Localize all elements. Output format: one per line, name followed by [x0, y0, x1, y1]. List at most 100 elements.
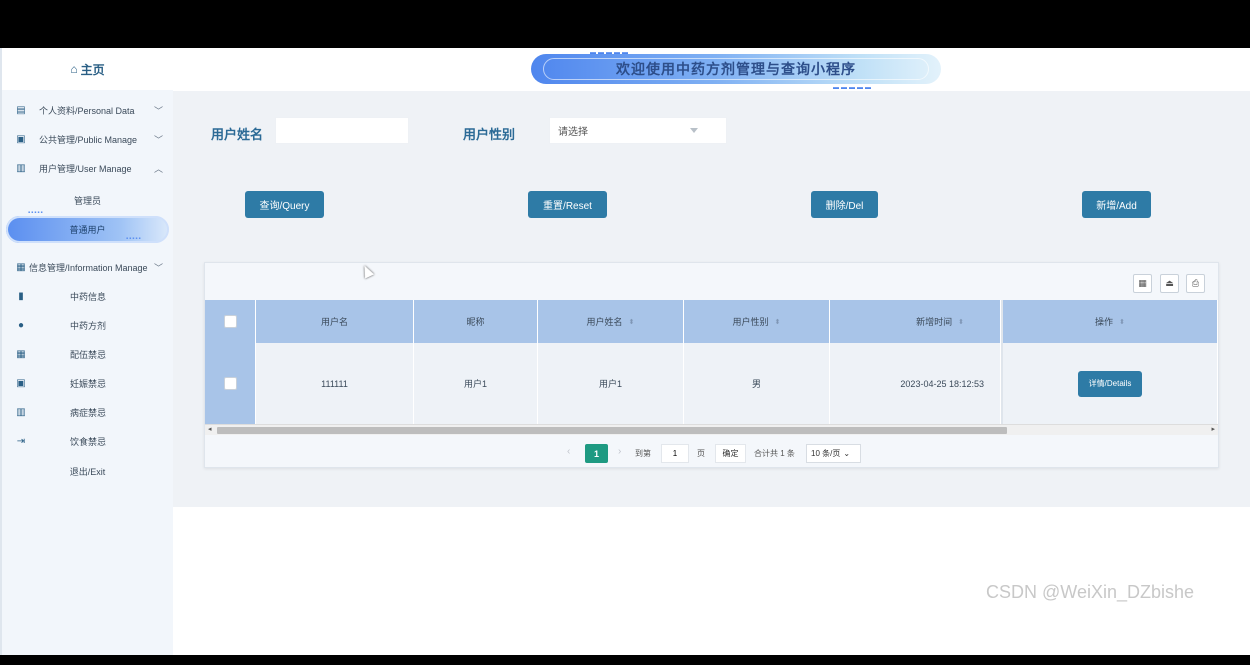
- sort-icon[interactable]: ⬍: [629, 318, 635, 326]
- column-header-gender[interactable]: 用户性别 ⬍: [684, 300, 830, 343]
- scrollbar-thumb[interactable]: [217, 427, 1007, 434]
- page-title: 欢迎使用中药方剂管理与查询小程序: [616, 61, 856, 77]
- bookmark-icon: ▮: [18, 290, 24, 302]
- goto-confirm-button[interactable]: 确定: [715, 444, 746, 463]
- sidebar-item-personal-data[interactable]: ▤ 个人资料/Personal Data ﹀: [2, 97, 173, 123]
- query-button[interactable]: 查询/Query: [245, 191, 324, 218]
- print-icon[interactable]: ⎙: [1186, 274, 1205, 293]
- column-header-label: 用户姓名: [586, 317, 623, 327]
- prev-page-icon[interactable]: ‹: [567, 446, 570, 457]
- sidebar-item-label: 用户管理/User Manage: [39, 163, 132, 174]
- username-label: 用户姓名: [211, 127, 264, 142]
- chevron-down-icon: ﹀: [153, 106, 163, 116]
- total-count: 合计共 1 条: [754, 448, 795, 458]
- gender-label: 用户性别: [463, 127, 516, 142]
- cell-nickname: 用户1: [414, 343, 538, 424]
- column-header-realname[interactable]: 用户姓名 ⬍: [538, 300, 684, 343]
- sidebar-item-user-manage[interactable]: ▥ 用户管理/User Manage ︿: [2, 155, 173, 181]
- sidebar-subitem-label: 普通用户: [69, 225, 106, 235]
- sidebar-item-label: 妊娠禁忌: [70, 378, 107, 389]
- column-header-label: 操作: [1095, 317, 1114, 327]
- sidebar: ⌂ 主页 ▤ 个人资料/Personal Data ﹀ ▣ 公共管理/Publi…: [0, 48, 173, 655]
- goto-label: 到第: [635, 448, 651, 458]
- decor-dots: ▬▬▬▬▬: [590, 50, 630, 56]
- goto-page-input[interactable]: [661, 444, 689, 463]
- column-header-label: 用户名: [320, 317, 348, 327]
- sidebar-item-label: 公共管理/Public Manage: [39, 134, 138, 145]
- book-icon: ▥: [16, 406, 26, 418]
- details-button[interactable]: 详情/Details: [1078, 370, 1142, 397]
- cell-realname: 用户1: [538, 343, 684, 424]
- chevron-down-icon: ﹀: [153, 263, 163, 273]
- row-select-cell: [205, 343, 256, 424]
- sidebar-item-label: 病症禁忌: [70, 407, 107, 418]
- delete-button[interactable]: 删除/Del: [811, 191, 878, 218]
- sidebar-item-label: 饮食禁忌: [70, 436, 107, 447]
- export-icon[interactable]: ⏏: [1160, 274, 1179, 293]
- gender-select-value: 请选择: [558, 127, 588, 138]
- sidebar-item-label: 信息管理/Information Manage: [29, 262, 148, 273]
- scroll-right-icon[interactable]: ▸: [1211, 425, 1215, 433]
- sidebar-item-pregnancy-taboo[interactable]: ▣ 妊娠禁忌: [2, 370, 173, 396]
- cell-created: 2023-04-25 18:12:53: [830, 343, 1001, 424]
- cell-gender: 男: [684, 343, 830, 424]
- columns-filter-icon[interactable]: ▦: [1133, 274, 1152, 293]
- calendar-check-icon: ▣: [16, 377, 26, 389]
- cell-username: 111111: [256, 343, 414, 424]
- gender-select[interactable]: 请选择: [549, 117, 727, 144]
- column-header-label: 用户性别: [732, 317, 769, 327]
- main-content: 用户姓名 用户性别 请选择 查询/Query 重置/Reset 删除/Del 新…: [173, 91, 1250, 507]
- reset-button[interactable]: 重置/Reset: [528, 191, 607, 218]
- chevron-down-icon: ﹀: [153, 135, 163, 145]
- clipboard-icon: ▣: [16, 133, 26, 145]
- select-all-cell: [205, 300, 256, 343]
- user-icon: ●: [17, 319, 25, 331]
- row-checkbox[interactable]: [223, 377, 237, 390]
- sidebar-subitem-admin[interactable]: 管理员: [2, 188, 173, 212]
- sidebar-item-label: 退出/Exit: [69, 466, 106, 477]
- app-screen: ⌂ 主页 ▤ 个人资料/Personal Data ﹀ ▣ 公共管理/Publi…: [0, 48, 1250, 655]
- sidebar-item-herb-info[interactable]: ▮ 中药信息: [2, 283, 173, 309]
- page-unit-label: 页: [697, 448, 705, 458]
- sidebar-item-public-manage[interactable]: ▣ 公共管理/Public Manage ﹀: [2, 126, 173, 152]
- sort-icon[interactable]: ⬍: [775, 318, 781, 326]
- sort-icon[interactable]: ⬍: [1119, 318, 1125, 326]
- chevron-up-icon: ︿: [153, 164, 163, 174]
- watermark: CSDN @WeiXin_DZbishe: [986, 582, 1195, 602]
- sidebar-item-label: 配伍禁忌: [70, 349, 107, 360]
- sidebar-item-exit[interactable]: 退出/Exit: [2, 459, 173, 483]
- header: ▬▬▬▬▬ 欢迎使用中药方剂管理与查询小程序 ▬▬▬▬▬: [173, 48, 1250, 91]
- column-header-username[interactable]: 用户名: [256, 300, 414, 343]
- scroll-left-icon[interactable]: ◂: [208, 425, 212, 433]
- title-banner: ▬▬▬▬▬ 欢迎使用中药方剂管理与查询小程序 ▬▬▬▬▬: [531, 50, 941, 91]
- select-all-checkbox[interactable]: [223, 315, 237, 328]
- logout-icon: ⇥: [16, 435, 26, 447]
- sort-icon[interactable]: ⬍: [958, 318, 964, 326]
- sidebar-item-label: 个人资料/Personal Data: [39, 105, 135, 116]
- chevron-down-icon: ⌄: [843, 449, 851, 458]
- column-header-created[interactable]: 新增时间 ⬍: [830, 300, 1001, 343]
- building-icon: ▥: [16, 162, 26, 174]
- page-size-select[interactable]: 10 条/页 ⌄: [806, 444, 861, 463]
- caret-down-icon: [690, 128, 698, 133]
- add-button[interactable]: 新增/Add: [1082, 191, 1151, 218]
- sidebar-item-compatibility-taboo[interactable]: ▦ 配伍禁忌: [2, 341, 173, 367]
- horizontal-scrollbar[interactable]: ◂ ▸: [205, 424, 1218, 435]
- page-size-value: 10 条/页: [811, 449, 841, 458]
- column-header-label: 新增时间: [916, 317, 953, 327]
- sidebar-home[interactable]: ⌂ 主页: [2, 48, 173, 90]
- username-input[interactable]: [275, 117, 409, 144]
- sidebar-subitem-label: 管理员: [73, 195, 101, 206]
- sidebar-item-disease-taboo[interactable]: ▥ 病症禁忌: [2, 399, 173, 425]
- chart-icon: ▦: [16, 261, 26, 273]
- current-page[interactable]: 1: [585, 444, 608, 463]
- sidebar-item-information-manage[interactable]: ▦ 信息管理/Information Manage ﹀: [2, 254, 173, 280]
- sidebar-item-diet-taboo[interactable]: ⇥ 饮食禁忌: [2, 428, 173, 454]
- sidebar-subitem-normal-user[interactable]: 普通用户: [6, 216, 169, 243]
- sidebar-item-prescription[interactable]: ● 中药方剂: [2, 312, 173, 338]
- cell-action: 详情/Details: [1001, 343, 1218, 424]
- next-page-icon[interactable]: ›: [618, 446, 621, 457]
- table-panel: ▦ ⏏ ⎙ 用户名 昵称 用户姓名 ⬍ 用户性别 ⬍ 新增时间 ⬍ 操作 ⬍ 1…: [204, 262, 1219, 468]
- column-header-action: 操作 ⬍: [1001, 300, 1218, 343]
- column-header-nickname[interactable]: 昵称: [414, 300, 538, 343]
